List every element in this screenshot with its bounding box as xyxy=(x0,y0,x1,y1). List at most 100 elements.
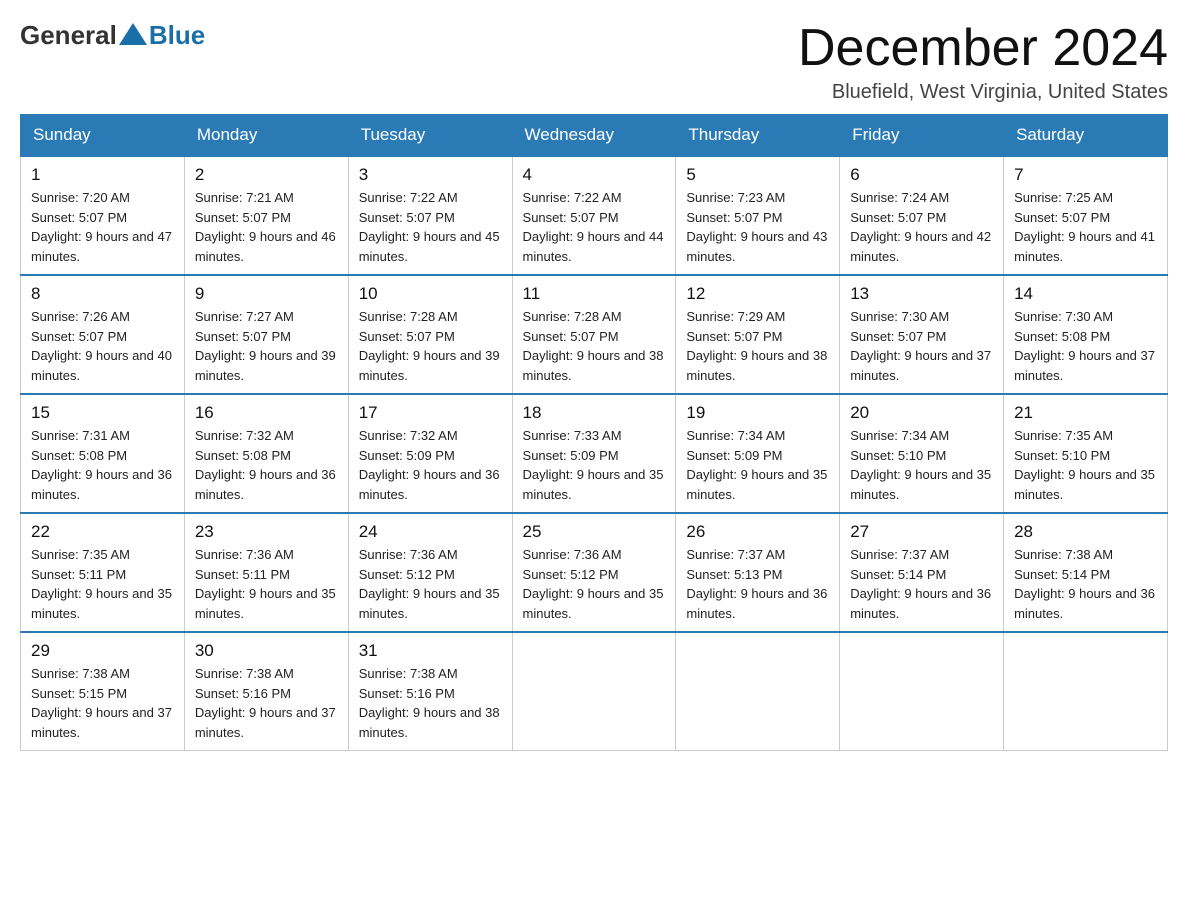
day-number: 30 xyxy=(195,641,338,661)
daylight-label: Daylight: 9 hours and 37 minutes. xyxy=(1014,348,1155,383)
day-info: Sunrise: 7:36 AM Sunset: 5:12 PM Dayligh… xyxy=(359,545,502,623)
month-title: December 2024 xyxy=(798,20,1168,77)
day-info: Sunrise: 7:34 AM Sunset: 5:10 PM Dayligh… xyxy=(850,426,993,504)
daylight-label: Daylight: 9 hours and 46 minutes. xyxy=(195,229,336,264)
calendar-cell: 6 Sunrise: 7:24 AM Sunset: 5:07 PM Dayli… xyxy=(840,156,1004,275)
week-row-1: 1 Sunrise: 7:20 AM Sunset: 5:07 PM Dayli… xyxy=(21,156,1168,275)
sunrise-label: Sunrise: 7:25 AM xyxy=(1014,190,1113,205)
calendar-cell: 3 Sunrise: 7:22 AM Sunset: 5:07 PM Dayli… xyxy=(348,156,512,275)
day-number: 10 xyxy=(359,284,502,304)
sunrise-label: Sunrise: 7:27 AM xyxy=(195,309,294,324)
day-info: Sunrise: 7:38 AM Sunset: 5:16 PM Dayligh… xyxy=(195,664,338,742)
day-info: Sunrise: 7:34 AM Sunset: 5:09 PM Dayligh… xyxy=(686,426,829,504)
calendar-cell: 20 Sunrise: 7:34 AM Sunset: 5:10 PM Dayl… xyxy=(840,394,1004,513)
day-info: Sunrise: 7:24 AM Sunset: 5:07 PM Dayligh… xyxy=(850,188,993,266)
sunset-label: Sunset: 5:08 PM xyxy=(31,448,127,463)
day-number: 14 xyxy=(1014,284,1157,304)
logo-blue-text: Blue xyxy=(149,20,205,51)
calendar-cell: 10 Sunrise: 7:28 AM Sunset: 5:07 PM Dayl… xyxy=(348,275,512,394)
sunset-label: Sunset: 5:11 PM xyxy=(31,567,126,582)
day-number: 4 xyxy=(523,165,666,185)
daylight-label: Daylight: 9 hours and 36 minutes. xyxy=(359,467,500,502)
sunset-label: Sunset: 5:07 PM xyxy=(686,329,782,344)
calendar-cell: 17 Sunrise: 7:32 AM Sunset: 5:09 PM Dayl… xyxy=(348,394,512,513)
daylight-label: Daylight: 9 hours and 38 minutes. xyxy=(523,348,664,383)
day-number: 16 xyxy=(195,403,338,423)
day-number: 13 xyxy=(850,284,993,304)
sunset-label: Sunset: 5:07 PM xyxy=(850,210,946,225)
daylight-label: Daylight: 9 hours and 35 minutes. xyxy=(850,467,991,502)
sunrise-label: Sunrise: 7:22 AM xyxy=(359,190,458,205)
day-number: 9 xyxy=(195,284,338,304)
day-info: Sunrise: 7:30 AM Sunset: 5:08 PM Dayligh… xyxy=(1014,307,1157,385)
weekday-header-saturday: Saturday xyxy=(1004,115,1168,157)
calendar-cell: 7 Sunrise: 7:25 AM Sunset: 5:07 PM Dayli… xyxy=(1004,156,1168,275)
day-info: Sunrise: 7:35 AM Sunset: 5:10 PM Dayligh… xyxy=(1014,426,1157,504)
day-number: 29 xyxy=(31,641,174,661)
day-info: Sunrise: 7:21 AM Sunset: 5:07 PM Dayligh… xyxy=(195,188,338,266)
day-number: 20 xyxy=(850,403,993,423)
sunrise-label: Sunrise: 7:23 AM xyxy=(686,190,785,205)
sunrise-label: Sunrise: 7:21 AM xyxy=(195,190,294,205)
sunset-label: Sunset: 5:14 PM xyxy=(1014,567,1110,582)
day-number: 28 xyxy=(1014,522,1157,542)
week-row-3: 15 Sunrise: 7:31 AM Sunset: 5:08 PM Dayl… xyxy=(21,394,1168,513)
day-info: Sunrise: 7:25 AM Sunset: 5:07 PM Dayligh… xyxy=(1014,188,1157,266)
calendar-cell: 12 Sunrise: 7:29 AM Sunset: 5:07 PM Dayl… xyxy=(676,275,840,394)
daylight-label: Daylight: 9 hours and 35 minutes. xyxy=(523,467,664,502)
sunrise-label: Sunrise: 7:24 AM xyxy=(850,190,949,205)
sunset-label: Sunset: 5:11 PM xyxy=(195,567,290,582)
sunrise-label: Sunrise: 7:31 AM xyxy=(31,428,130,443)
day-info: Sunrise: 7:36 AM Sunset: 5:12 PM Dayligh… xyxy=(523,545,666,623)
day-info: Sunrise: 7:29 AM Sunset: 5:07 PM Dayligh… xyxy=(686,307,829,385)
calendar-cell: 25 Sunrise: 7:36 AM Sunset: 5:12 PM Dayl… xyxy=(512,513,676,632)
day-number: 6 xyxy=(850,165,993,185)
sunrise-label: Sunrise: 7:36 AM xyxy=(523,547,622,562)
weekday-header-tuesday: Tuesday xyxy=(348,115,512,157)
sunrise-label: Sunrise: 7:34 AM xyxy=(686,428,785,443)
day-info: Sunrise: 7:22 AM Sunset: 5:07 PM Dayligh… xyxy=(359,188,502,266)
sunset-label: Sunset: 5:08 PM xyxy=(1014,329,1110,344)
day-number: 23 xyxy=(195,522,338,542)
day-number: 21 xyxy=(1014,403,1157,423)
day-number: 5 xyxy=(686,165,829,185)
day-number: 31 xyxy=(359,641,502,661)
calendar-cell: 15 Sunrise: 7:31 AM Sunset: 5:08 PM Dayl… xyxy=(21,394,185,513)
sunset-label: Sunset: 5:07 PM xyxy=(195,210,291,225)
day-info: Sunrise: 7:38 AM Sunset: 5:16 PM Dayligh… xyxy=(359,664,502,742)
day-info: Sunrise: 7:37 AM Sunset: 5:13 PM Dayligh… xyxy=(686,545,829,623)
daylight-label: Daylight: 9 hours and 40 minutes. xyxy=(31,348,172,383)
sunrise-label: Sunrise: 7:30 AM xyxy=(1014,309,1113,324)
calendar-cell xyxy=(840,632,1004,751)
sunset-label: Sunset: 5:09 PM xyxy=(686,448,782,463)
sunset-label: Sunset: 5:16 PM xyxy=(195,686,291,701)
calendar-cell: 18 Sunrise: 7:33 AM Sunset: 5:09 PM Dayl… xyxy=(512,394,676,513)
calendar-cell: 1 Sunrise: 7:20 AM Sunset: 5:07 PM Dayli… xyxy=(21,156,185,275)
day-number: 18 xyxy=(523,403,666,423)
sunrise-label: Sunrise: 7:34 AM xyxy=(850,428,949,443)
sunset-label: Sunset: 5:08 PM xyxy=(195,448,291,463)
sunset-label: Sunset: 5:07 PM xyxy=(31,329,127,344)
day-info: Sunrise: 7:32 AM Sunset: 5:08 PM Dayligh… xyxy=(195,426,338,504)
daylight-label: Daylight: 9 hours and 42 minutes. xyxy=(850,229,991,264)
daylight-label: Daylight: 9 hours and 45 minutes. xyxy=(359,229,500,264)
calendar-cell xyxy=(1004,632,1168,751)
day-info: Sunrise: 7:26 AM Sunset: 5:07 PM Dayligh… xyxy=(31,307,174,385)
calendar-cell: 11 Sunrise: 7:28 AM Sunset: 5:07 PM Dayl… xyxy=(512,275,676,394)
calendar-cell: 26 Sunrise: 7:37 AM Sunset: 5:13 PM Dayl… xyxy=(676,513,840,632)
day-number: 7 xyxy=(1014,165,1157,185)
calendar-cell: 28 Sunrise: 7:38 AM Sunset: 5:14 PM Dayl… xyxy=(1004,513,1168,632)
day-info: Sunrise: 7:33 AM Sunset: 5:09 PM Dayligh… xyxy=(523,426,666,504)
weekday-header-monday: Monday xyxy=(184,115,348,157)
daylight-label: Daylight: 9 hours and 37 minutes. xyxy=(850,348,991,383)
sunset-label: Sunset: 5:07 PM xyxy=(359,210,455,225)
day-info: Sunrise: 7:38 AM Sunset: 5:15 PM Dayligh… xyxy=(31,664,174,742)
sunset-label: Sunset: 5:07 PM xyxy=(359,329,455,344)
daylight-label: Daylight: 9 hours and 43 minutes. xyxy=(686,229,827,264)
sunrise-label: Sunrise: 7:36 AM xyxy=(195,547,294,562)
day-info: Sunrise: 7:28 AM Sunset: 5:07 PM Dayligh… xyxy=(359,307,502,385)
page-header: General Blue December 2024 Bluefield, We… xyxy=(20,20,1168,104)
day-number: 15 xyxy=(31,403,174,423)
calendar-cell: 27 Sunrise: 7:37 AM Sunset: 5:14 PM Dayl… xyxy=(840,513,1004,632)
day-info: Sunrise: 7:31 AM Sunset: 5:08 PM Dayligh… xyxy=(31,426,174,504)
